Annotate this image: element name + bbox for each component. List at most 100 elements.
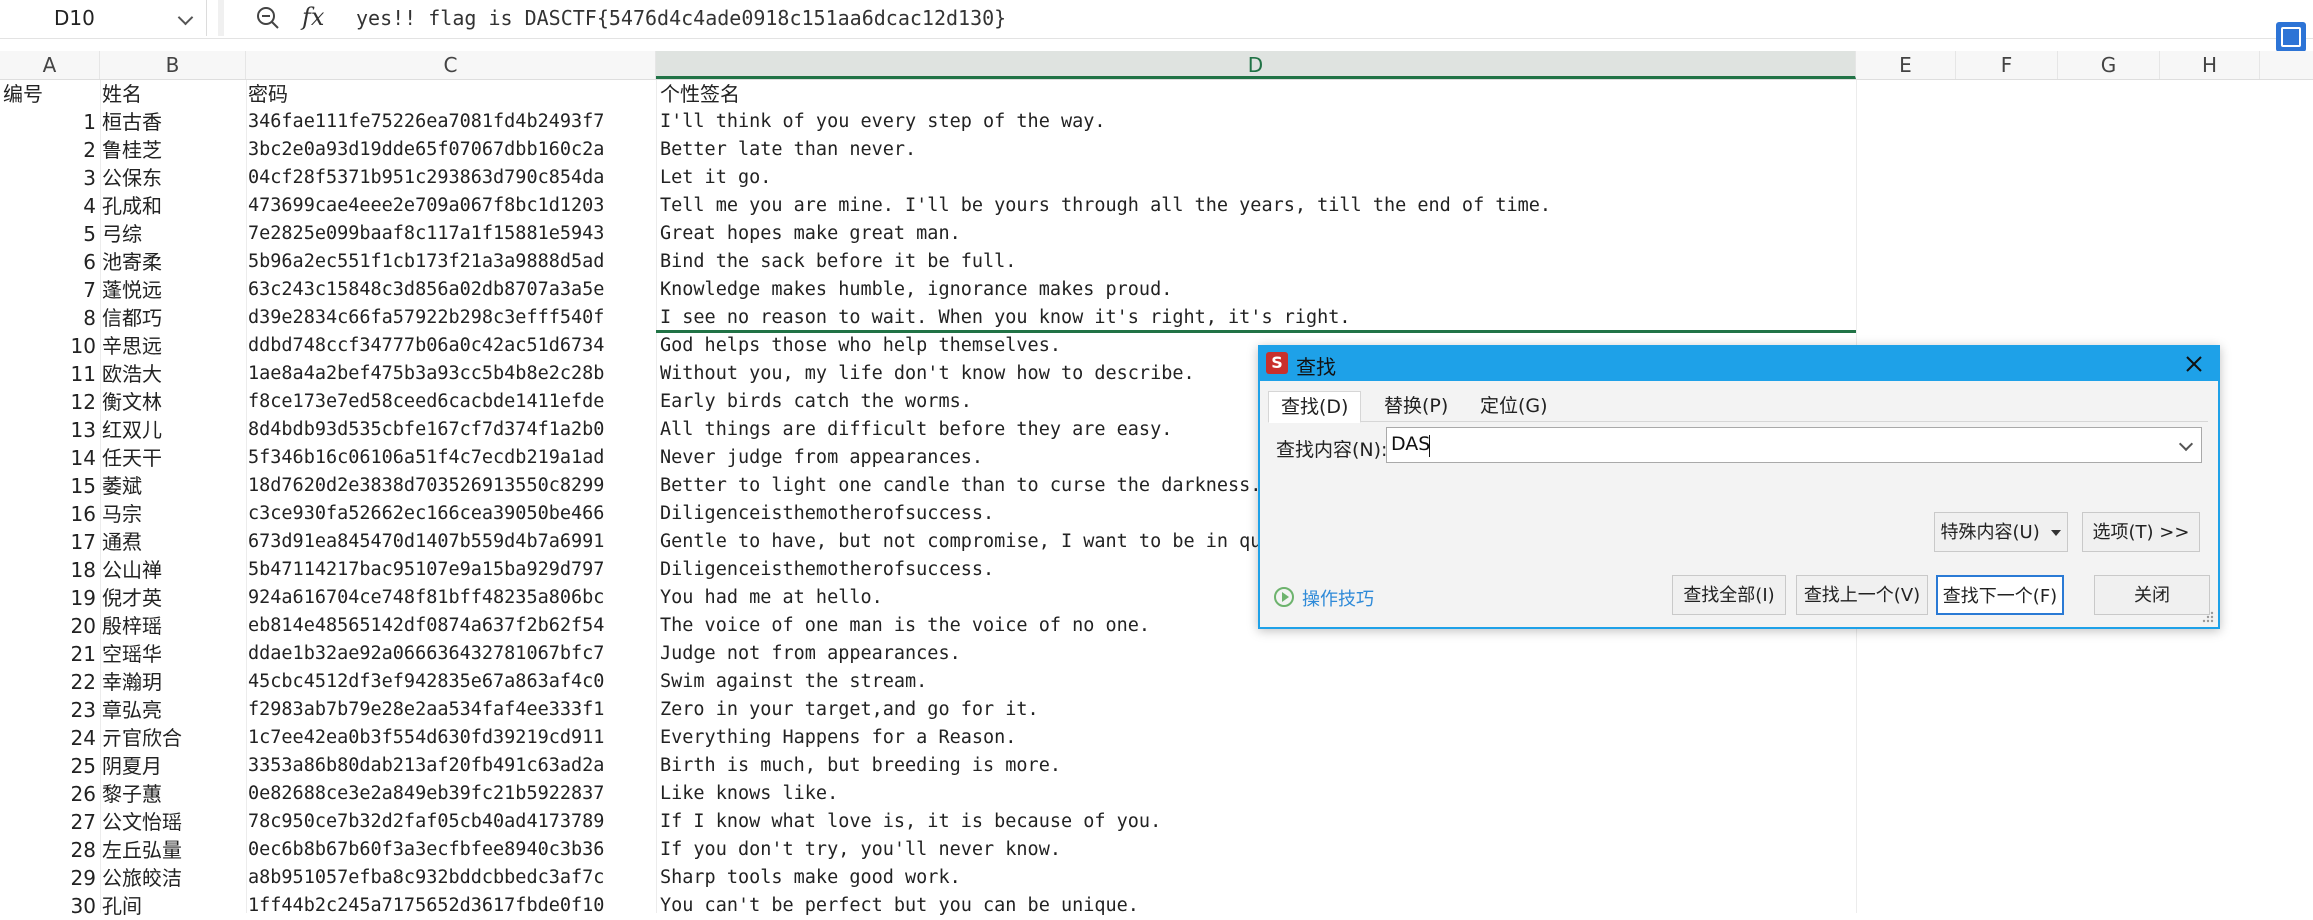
password-cell[interactable]: c3ce930fa52662ec166cea39050be466: [248, 500, 656, 528]
resize-grip-icon[interactable]: [2200, 609, 2214, 623]
password-cell[interactable]: 18d7620d2e3838d703526913550c8299: [248, 472, 656, 500]
name-cell[interactable]: 蓬悦远: [102, 276, 244, 304]
id-cell[interactable]: 1: [0, 108, 96, 136]
name-cell[interactable]: 亓官欣合: [102, 724, 244, 752]
name-cell[interactable]: 信都巧: [102, 304, 244, 332]
header-cell-id[interactable]: 编号: [3, 80, 99, 108]
header-cell-name[interactable]: 姓名: [102, 80, 244, 108]
name-cell[interactable]: 公旅皎洁: [102, 864, 244, 892]
column-header-h[interactable]: H: [2160, 51, 2260, 79]
id-cell[interactable]: 3: [0, 164, 96, 192]
name-cell[interactable]: 池寄柔: [102, 248, 244, 276]
password-cell[interactable]: ddbd748ccf34777b06a0c42ac51d6734: [248, 332, 656, 360]
name-box[interactable]: D10: [0, 0, 207, 36]
close-button[interactable]: 关闭: [2094, 575, 2210, 615]
header-cell-signature[interactable]: 个性签名: [660, 80, 1860, 108]
id-cell[interactable]: 6: [0, 248, 96, 276]
name-cell[interactable]: 阴夏月: [102, 752, 244, 780]
id-cell[interactable]: 8: [0, 304, 96, 332]
checkbox-icon[interactable]: [2276, 22, 2306, 52]
name-cell[interactable]: 公保东: [102, 164, 244, 192]
column-header-c[interactable]: C: [246, 51, 656, 79]
signature-cell[interactable]: Sharp tools make good work.: [660, 864, 1860, 892]
column-header-f[interactable]: F: [1956, 51, 2058, 79]
id-cell[interactable]: 7: [0, 276, 96, 304]
signature-cell[interactable]: Bind the sack before it be full.: [660, 248, 1860, 276]
close-icon[interactable]: [2180, 350, 2208, 378]
signature-cell[interactable]: I'll think of you every step of the way.: [660, 108, 1860, 136]
name-cell[interactable]: 孔间: [102, 892, 244, 920]
password-cell[interactable]: 8d4bdb93d535cbfe167cf7d374f1a2b0: [248, 416, 656, 444]
id-cell[interactable]: 4: [0, 192, 96, 220]
password-cell[interactable]: 0e82688ce3e2a849eb39fc21b5922837: [248, 780, 656, 808]
signature-cell[interactable]: Swim against the stream.: [660, 668, 1860, 696]
password-cell[interactable]: f2983ab7b79e28e2aa534faf4ee333f1: [248, 696, 656, 724]
name-cell[interactable]: 衡文林: [102, 388, 244, 416]
function-icon[interactable]: fx: [302, 3, 324, 31]
id-cell[interactable]: 23: [0, 696, 96, 724]
signature-cell[interactable]: If I know what love is, it is because of…: [660, 808, 1860, 836]
name-cell[interactable]: 章弘亮: [102, 696, 244, 724]
id-cell[interactable]: 10: [0, 332, 96, 360]
password-cell[interactable]: f8ce173e7ed58ceed6cacbde1411efde: [248, 388, 656, 416]
options-button[interactable]: 选项(T) >>: [2082, 512, 2200, 552]
name-cell[interactable]: 鲁桂芝: [102, 136, 244, 164]
id-cell[interactable]: 21: [0, 640, 96, 668]
name-cell[interactable]: 殷梓瑶: [102, 612, 244, 640]
name-cell[interactable]: 马宗: [102, 500, 244, 528]
id-cell[interactable]: 16: [0, 500, 96, 528]
name-cell[interactable]: 公文怡瑶: [102, 808, 244, 836]
password-cell[interactable]: eb814e48565142df0874a637f2b62f54: [248, 612, 656, 640]
id-cell[interactable]: 11: [0, 360, 96, 388]
id-cell[interactable]: 20: [0, 612, 96, 640]
id-cell[interactable]: 12: [0, 388, 96, 416]
name-cell[interactable]: 公山禅: [102, 556, 244, 584]
signature-cell[interactable]: Like knows like.: [660, 780, 1860, 808]
signature-cell[interactable]: Better late than never.: [660, 136, 1860, 164]
id-cell[interactable]: 22: [0, 668, 96, 696]
header-cell-password[interactable]: 密码: [248, 80, 656, 108]
id-cell[interactable]: 5: [0, 220, 96, 248]
signature-cell[interactable]: I see no reason to wait. When you know i…: [660, 304, 1860, 332]
id-cell[interactable]: 26: [0, 780, 96, 808]
column-header-e[interactable]: E: [1856, 51, 1956, 79]
name-cell[interactable]: 桓古香: [102, 108, 244, 136]
name-cell[interactable]: 红双儿: [102, 416, 244, 444]
id-cell[interactable]: 14: [0, 444, 96, 472]
column-header-d[interactable]: D: [656, 51, 1856, 79]
password-cell[interactable]: 924a616704ce748f81bff48235a806bc: [248, 584, 656, 612]
name-cell[interactable]: 任天干: [102, 444, 244, 472]
id-cell[interactable]: 15: [0, 472, 96, 500]
name-cell[interactable]: 萎斌: [102, 472, 244, 500]
tab-goto[interactable]: 定位(G): [1468, 391, 1560, 421]
name-cell[interactable]: 左丘弘量: [102, 836, 244, 864]
name-cell[interactable]: 通焄: [102, 528, 244, 556]
password-cell[interactable]: 346fae111fe75226ea7081fd4b2493f7: [248, 108, 656, 136]
signature-cell[interactable]: You can't be perfect but you can be uniq…: [660, 892, 1860, 920]
signature-cell[interactable]: Judge not from appearances.: [660, 640, 1860, 668]
column-header-g[interactable]: G: [2058, 51, 2160, 79]
name-cell[interactable]: 倪才英: [102, 584, 244, 612]
find-all-button[interactable]: 查找全部(I): [1672, 575, 1786, 615]
password-cell[interactable]: 1ff44b2c245a7175652d3617fbde0f10: [248, 892, 656, 920]
chevron-down-icon[interactable]: [2178, 436, 2194, 452]
password-cell[interactable]: 63c243c15848c3d856a02db8707a3a5e: [248, 276, 656, 304]
signature-cell[interactable]: Let it go.: [660, 164, 1860, 192]
signature-cell[interactable]: Knowledge makes humble, ignorance makes …: [660, 276, 1860, 304]
name-cell[interactable]: 孔成和: [102, 192, 244, 220]
id-cell[interactable]: 29: [0, 864, 96, 892]
password-cell[interactable]: 5b47114217bac95107e9a15ba929d797: [248, 556, 656, 584]
name-cell[interactable]: 欧浩大: [102, 360, 244, 388]
password-cell[interactable]: 1ae8a4a2bef475b3a93cc5b4b8e2c28b: [248, 360, 656, 388]
id-cell[interactable]: 2: [0, 136, 96, 164]
name-cell[interactable]: 空瑶华: [102, 640, 244, 668]
id-cell[interactable]: 27: [0, 808, 96, 836]
signature-cell[interactable]: Tell me you are mine. I'll be yours thro…: [660, 192, 1860, 220]
password-cell[interactable]: 5f346b16c06106a51f4c7ecdb219a1ad: [248, 444, 656, 472]
id-cell[interactable]: 25: [0, 752, 96, 780]
id-cell[interactable]: 30: [0, 892, 96, 920]
special-content-button[interactable]: 特殊内容(U): [1934, 512, 2068, 552]
password-cell[interactable]: 5b96a2ec551f1cb173f21a3a9888d5ad: [248, 248, 656, 276]
name-cell[interactable]: 辛思远: [102, 332, 244, 360]
id-cell[interactable]: 28: [0, 836, 96, 864]
